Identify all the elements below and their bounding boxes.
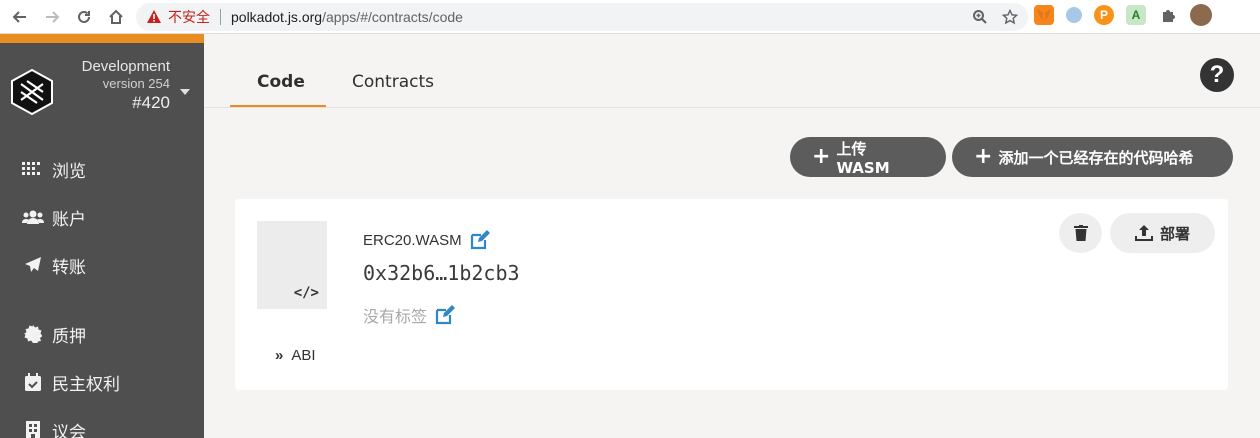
- puzzle-icon[interactable]: [1158, 5, 1178, 25]
- sidebar-item-label: 浏览: [52, 161, 86, 182]
- deploy-label: 部署: [1159, 224, 1190, 243]
- calendar-check-icon: [22, 373, 44, 391]
- extension-p-icon[interactable]: P: [1094, 5, 1114, 25]
- chain-version: version 254: [102, 76, 170, 91]
- add-existing-label: 添加一个已经存在的代码哈希: [998, 148, 1194, 167]
- code-hash: 0x32b6…1b2cb3: [363, 261, 520, 285]
- abi-toggle[interactable]: » ABI: [275, 347, 316, 364]
- browser-toolbar: 不安全 polkadot.js.org/apps/#/contracts/cod…: [0, 0, 1260, 34]
- sidebar-item-label: 转账: [52, 257, 86, 278]
- upload-wasm-button[interactable]: + 上传 WASM: [790, 137, 946, 177]
- code-card: </> » ABI ERC20.WASM 0x32b6…1b2cb3 没有标签 …: [235, 199, 1228, 390]
- omnibox-divider: [220, 9, 221, 25]
- profile-avatar[interactable]: [1190, 4, 1212, 26]
- code-thumbnail: </>: [257, 221, 327, 309]
- plus-icon: +: [812, 144, 831, 169]
- double-chevron-right-icon: »: [275, 347, 284, 364]
- code-name: ERC20.WASM: [363, 230, 490, 250]
- add-existing-code-hash-button[interactable]: + 添加一个已经存在的代码哈希: [952, 137, 1233, 177]
- warning-icon: [147, 10, 161, 23]
- sidebar: Development version 254 #420 浏览 账户 转账 质押…: [0, 34, 204, 438]
- tab-code[interactable]: Code: [257, 72, 305, 92]
- back-icon[interactable]: [6, 3, 34, 31]
- sidebar-item-label: 民主权利: [52, 374, 120, 395]
- address-bar[interactable]: 不安全 polkadot.js.org/apps/#/contracts/cod…: [136, 3, 1028, 31]
- tags-placeholder: 没有标签: [363, 307, 428, 326]
- help-icon[interactable]: ?: [1200, 58, 1234, 92]
- tab-contracts[interactable]: Contracts: [352, 72, 434, 92]
- chain-name: Development: [81, 58, 170, 75]
- delete-button[interactable]: [1059, 213, 1102, 253]
- sidebar-item-transfer[interactable]: 转账: [22, 250, 86, 280]
- chain-selector[interactable]: Development version 254 #420: [82, 58, 170, 113]
- abi-label: ABI: [291, 347, 316, 364]
- deploy-button[interactable]: 部署: [1110, 213, 1215, 253]
- building-icon: [22, 421, 44, 438]
- sidebar-item-council[interactable]: 议会: [22, 415, 86, 438]
- url-path: /apps/#/contracts/code: [322, 9, 463, 25]
- block-number: #420: [132, 93, 170, 112]
- upload-icon: [1134, 225, 1153, 241]
- extension-circle-icon[interactable]: [1066, 7, 1082, 23]
- plus-icon: +: [974, 144, 993, 169]
- sidebar-item-democracy[interactable]: 民主权利: [22, 367, 120, 397]
- chevron-down-icon[interactable]: [180, 89, 190, 95]
- sidebar-item-staking[interactable]: 质押: [22, 319, 86, 349]
- sidebar-item-label: 议会: [52, 422, 86, 438]
- code-name-text: ERC20.WASM: [363, 231, 462, 249]
- zoom-icon[interactable]: [972, 9, 988, 25]
- users-icon: [22, 208, 44, 226]
- bookmark-star-icon[interactable]: [1002, 9, 1018, 25]
- code-icon: </>: [293, 285, 319, 301]
- certificate-icon: [22, 325, 44, 343]
- sidebar-item-accounts[interactable]: 账户: [22, 202, 86, 232]
- upload-wasm-label: 上传 WASM: [836, 139, 890, 177]
- tags: 没有标签: [363, 303, 456, 327]
- edit-icon[interactable]: [470, 230, 490, 250]
- chain-logo-icon[interactable]: [9, 69, 55, 115]
- extension-a-icon[interactable]: A: [1126, 5, 1146, 25]
- metamask-extension-icon[interactable]: [1034, 5, 1054, 25]
- sidebar-item-explorer[interactable]: 浏览: [22, 154, 86, 184]
- home-icon[interactable]: [102, 3, 130, 31]
- url-host: polkadot.js.org: [231, 9, 323, 25]
- active-tab-indicator: [230, 105, 326, 107]
- sidebar-item-label: 质押: [52, 326, 86, 347]
- edit-tags-icon[interactable]: [435, 305, 456, 325]
- paper-plane-icon: [22, 256, 44, 274]
- trash-icon: [1073, 225, 1088, 241]
- tab-bar: Code Contracts ?: [204, 34, 1260, 108]
- security-status[interactable]: 不安全: [168, 7, 210, 27]
- sidebar-item-label: 账户: [52, 209, 86, 230]
- reload-icon[interactable]: [70, 3, 98, 31]
- forward-icon[interactable]: [38, 3, 66, 31]
- grid-dots-icon: [22, 160, 44, 178]
